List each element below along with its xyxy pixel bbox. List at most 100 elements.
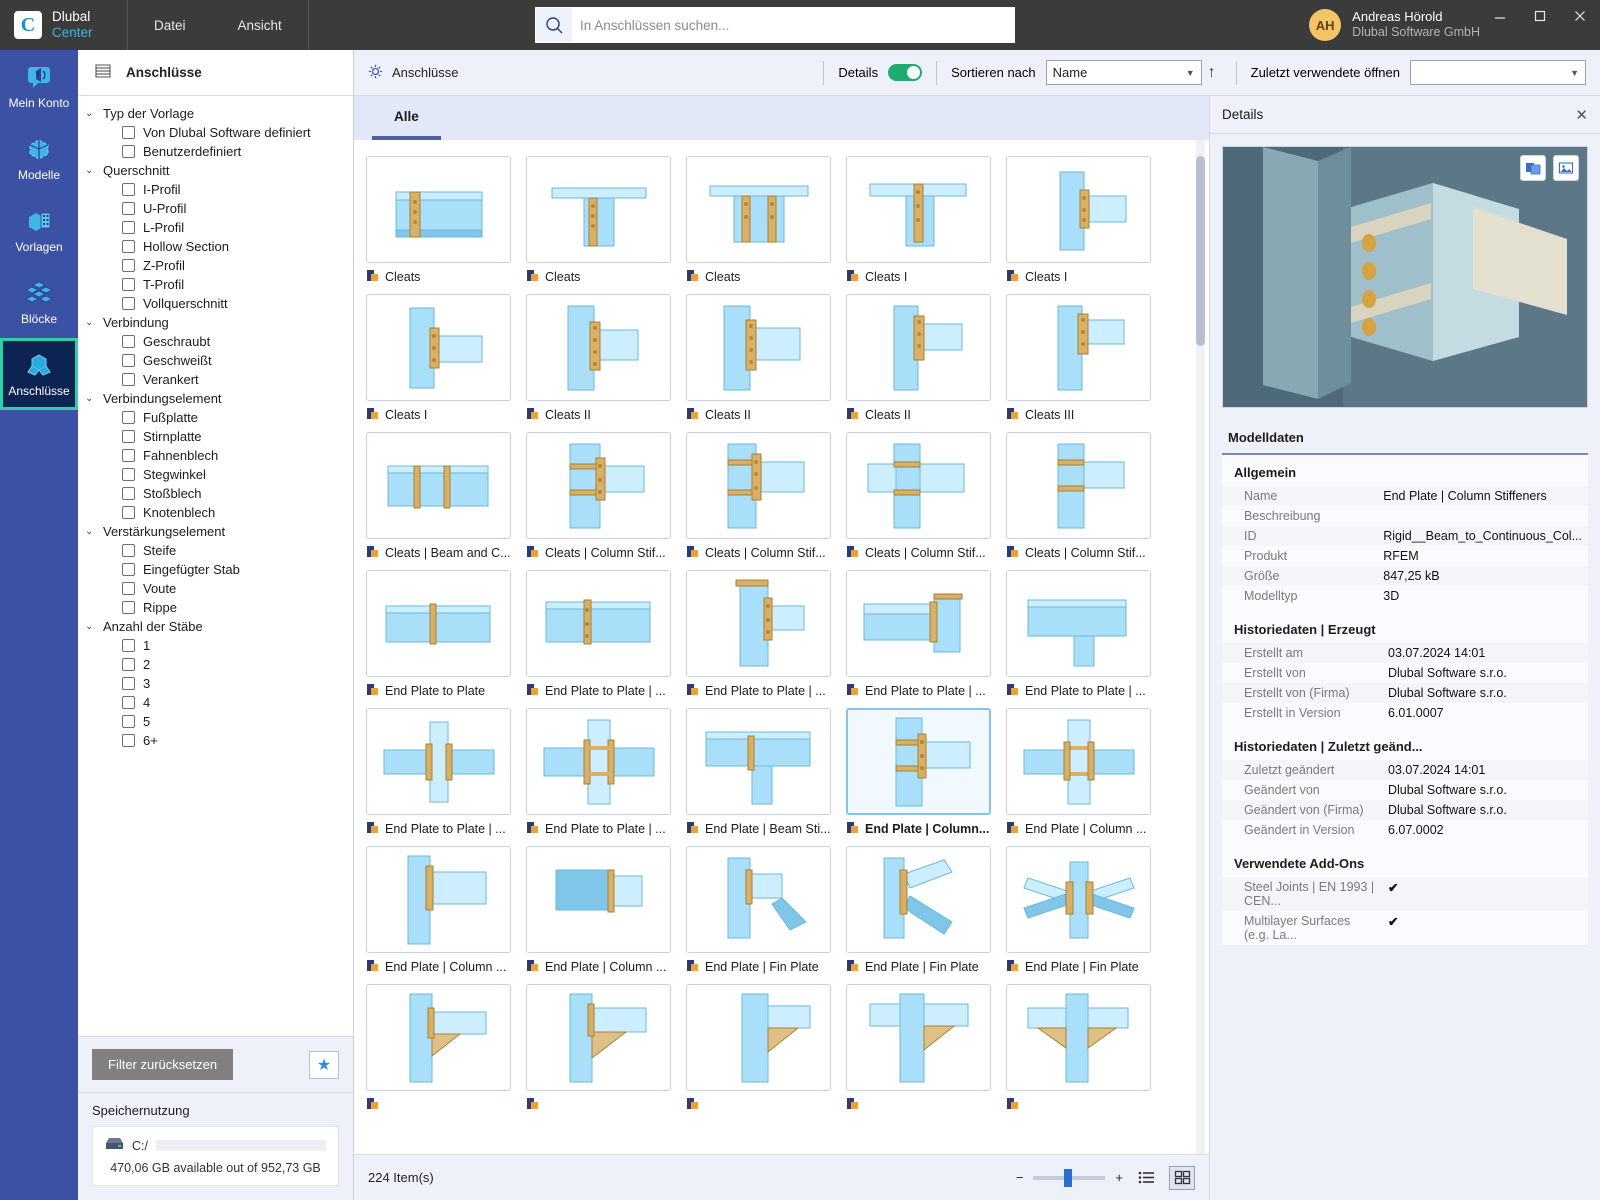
filter-option[interactable]: Geschweißt bbox=[78, 351, 353, 370]
grid-item[interactable]: End Plate | Fin Plate bbox=[846, 846, 991, 975]
grid-item[interactable]: Cleats | Column Stif... bbox=[526, 432, 671, 561]
filter-option[interactable]: Verankert bbox=[78, 370, 353, 389]
checkbox[interactable] bbox=[122, 221, 135, 234]
filter-option[interactable]: T-Profil bbox=[78, 275, 353, 294]
filter-option[interactable]: Rippe bbox=[78, 598, 353, 617]
checkbox[interactable] bbox=[122, 202, 135, 215]
filter-option[interactable]: Geschraubt bbox=[78, 332, 353, 351]
grid-item[interactable]: End Plate | Fin Plate bbox=[686, 846, 831, 975]
zoom-slider[interactable] bbox=[1033, 1168, 1106, 1187]
grid-item[interactable] bbox=[686, 984, 831, 1113]
maximize-button[interactable] bbox=[1520, 0, 1560, 32]
filter-option[interactable]: Stegwinkel bbox=[78, 465, 353, 484]
grid-item[interactable]: Cleats bbox=[526, 156, 671, 285]
sidebar-item-anschluesse[interactable]: Anschlüsse bbox=[0, 338, 78, 410]
details-toggle[interactable] bbox=[888, 64, 923, 81]
filter-option[interactable]: Stoßblech bbox=[78, 484, 353, 503]
grid-item[interactable]: Cleats | Beam and C... bbox=[366, 432, 511, 561]
checkbox[interactable] bbox=[122, 601, 135, 614]
checkbox[interactable] bbox=[122, 696, 135, 709]
checkbox[interactable] bbox=[122, 259, 135, 272]
grid-item[interactable]: End Plate | Column ... bbox=[366, 846, 511, 975]
grid-item[interactable]: Cleats | Column Stif... bbox=[1006, 432, 1151, 561]
items-grid-scroll[interactable]: Cleats Cleats Cleats Cleats I Cleats I C… bbox=[354, 140, 1209, 1154]
grid-item[interactable]: Cleats I bbox=[1006, 156, 1151, 285]
filter-option[interactable]: 6+ bbox=[78, 731, 353, 750]
star-icon[interactable]: ★ bbox=[309, 1050, 339, 1079]
grid-item[interactable]: Cleats I bbox=[366, 294, 511, 423]
recent-select[interactable]: ▼ bbox=[1410, 60, 1586, 85]
grid-item[interactable]: End Plate | Column... bbox=[846, 708, 991, 837]
grid-item[interactable]: Cleats II bbox=[686, 294, 831, 423]
filter-option[interactable]: Vollquerschnitt bbox=[78, 294, 353, 313]
filter-option[interactable]: 5 bbox=[78, 712, 353, 731]
checkbox[interactable] bbox=[122, 430, 135, 443]
minimize-button[interactable] bbox=[1480, 0, 1520, 32]
filter-option[interactable]: Knotenblech bbox=[78, 503, 353, 522]
filter-group-verbindungselement[interactable]: ⌄ Verbindungselement bbox=[78, 389, 353, 408]
grid-item[interactable]: End Plate | Column ... bbox=[1006, 708, 1151, 837]
checkbox[interactable] bbox=[122, 544, 135, 557]
menu-item-ansicht[interactable]: Ansicht bbox=[212, 0, 308, 50]
grid-item[interactable]: Cleats II bbox=[846, 294, 991, 423]
checkbox[interactable] bbox=[122, 506, 135, 519]
filter-group-verstaerkungselement[interactable]: ⌄ Verstärkungselement bbox=[78, 522, 353, 541]
checkbox[interactable] bbox=[122, 639, 135, 652]
checkbox[interactable] bbox=[122, 487, 135, 500]
checkbox[interactable] bbox=[122, 411, 135, 424]
checkbox[interactable] bbox=[122, 354, 135, 367]
sidebar-item-modelle[interactable]: Modelle bbox=[0, 122, 78, 194]
filter-group-anzahl-der-staebe[interactable]: ⌄ Anzahl der Stäbe bbox=[78, 617, 353, 636]
checkbox[interactable] bbox=[122, 373, 135, 386]
search-input[interactable] bbox=[572, 8, 1014, 42]
filter-option[interactable]: Voute bbox=[78, 579, 353, 598]
checkbox[interactable] bbox=[122, 240, 135, 253]
grid-item[interactable]: Cleats III bbox=[1006, 294, 1151, 423]
grid-item[interactable] bbox=[366, 984, 511, 1113]
account-area[interactable]: AH Andreas Hörold Dlubal Software GmbH bbox=[1309, 0, 1480, 50]
checkbox[interactable] bbox=[122, 658, 135, 671]
filter-option[interactable]: L-Profil bbox=[78, 218, 353, 237]
checkbox[interactable] bbox=[122, 297, 135, 310]
grid-item[interactable]: Cleats | Column Stif... bbox=[686, 432, 831, 561]
search-bar[interactable] bbox=[535, 7, 1015, 43]
zoom-out-button[interactable]: − bbox=[1016, 1170, 1024, 1185]
checkbox[interactable] bbox=[122, 563, 135, 576]
filter-option[interactable]: Z-Profil bbox=[78, 256, 353, 275]
reset-filter-button[interactable]: Filter zurücksetzen bbox=[92, 1049, 234, 1080]
filter-option[interactable]: 3 bbox=[78, 674, 353, 693]
filter-option[interactable]: U-Profil bbox=[78, 199, 353, 218]
grid-item[interactable]: End Plate | Fin Plate bbox=[1006, 846, 1151, 975]
sort-direction-icon[interactable]: ↑ bbox=[1202, 64, 1222, 82]
checkbox[interactable] bbox=[122, 468, 135, 481]
model-preview[interactable] bbox=[1222, 146, 1588, 408]
sidebar-item-vorlagen[interactable]: Vorlagen bbox=[0, 194, 78, 266]
grid-item[interactable]: End Plate | Beam Sti... bbox=[686, 708, 831, 837]
filter-option[interactable]: Stirnplatte bbox=[78, 427, 353, 446]
filter-group-verbindung[interactable]: ⌄ Verbindung bbox=[78, 313, 353, 332]
filter-option[interactable]: Steife bbox=[78, 541, 353, 560]
compare-icon[interactable] bbox=[1520, 155, 1546, 181]
grid-item[interactable]: End Plate to Plate | ... bbox=[526, 570, 671, 699]
filter-option[interactable]: Fußplatte bbox=[78, 408, 353, 427]
filter-option[interactable]: Eingefügter Stab bbox=[78, 560, 353, 579]
filter-option[interactable]: I-Profil bbox=[78, 180, 353, 199]
grid-item[interactable]: End Plate to Plate | ... bbox=[366, 708, 511, 837]
checkbox[interactable] bbox=[122, 715, 135, 728]
filter-option[interactable]: Fahnenblech bbox=[78, 446, 353, 465]
sidebar-item-bloecke[interactable]: Blöcke bbox=[0, 266, 78, 338]
close-button[interactable] bbox=[1560, 0, 1600, 32]
menu-item-datei[interactable]: Datei bbox=[128, 0, 212, 50]
grid-item[interactable]: End Plate | Column ... bbox=[526, 846, 671, 975]
grid-item[interactable] bbox=[1006, 984, 1151, 1113]
grid-item[interactable]: Cleats II bbox=[526, 294, 671, 423]
zoom-in-button[interactable]: + bbox=[1115, 1170, 1123, 1185]
filter-group-typ-der-vorlage[interactable]: ⌄ Typ der Vorlage bbox=[78, 104, 353, 123]
grid-item[interactable]: End Plate to Plate | ... bbox=[686, 570, 831, 699]
grid-item[interactable] bbox=[846, 984, 991, 1113]
checkbox[interactable] bbox=[122, 335, 135, 348]
grid-item[interactable]: End Plate to Plate | ... bbox=[1006, 570, 1151, 699]
checkbox[interactable] bbox=[122, 145, 135, 158]
checkbox[interactable] bbox=[122, 278, 135, 291]
checkbox[interactable] bbox=[122, 734, 135, 747]
